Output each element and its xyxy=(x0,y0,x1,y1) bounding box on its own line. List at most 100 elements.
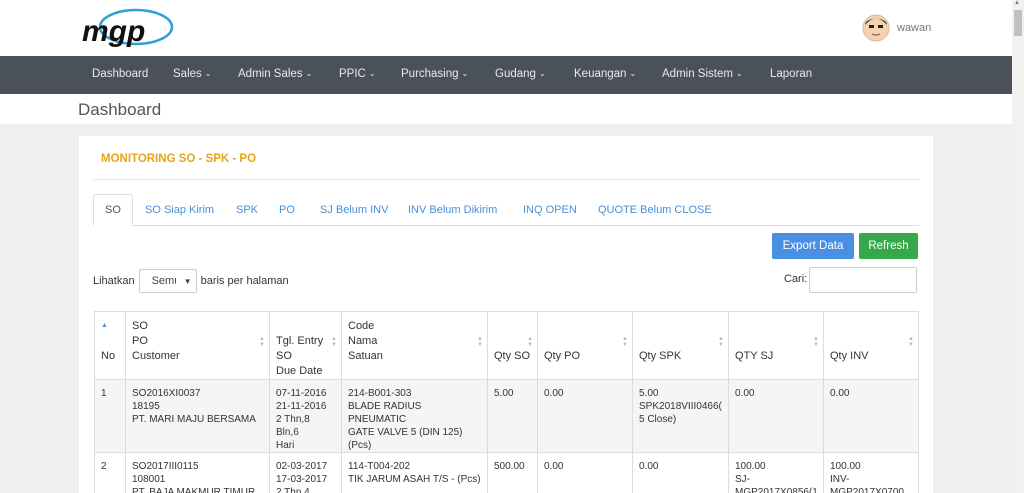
nav-item-gudang[interactable]: Gudang ⌄ xyxy=(495,68,546,80)
vertical-scrollbar[interactable]: ▲ xyxy=(1012,0,1024,493)
column-header-label: Satuan xyxy=(348,350,383,362)
avatar xyxy=(862,14,890,42)
nav-item-label: Sales xyxy=(173,68,202,80)
nav-item-sales[interactable]: Sales ⌄ xyxy=(173,68,211,80)
export-data-button[interactable]: Export Data xyxy=(772,233,854,259)
top-header: mgp wawan xyxy=(0,0,1012,56)
tab-spk[interactable]: SPK xyxy=(236,204,258,216)
nav-item-label: Laporan xyxy=(770,68,813,80)
tab-sj-belum-inv[interactable]: SJ Belum INV xyxy=(320,204,388,216)
column-header[interactable]: SO PO Customer ▲ ▼ xyxy=(125,311,270,380)
mgp-logo[interactable]: mgp xyxy=(78,7,174,49)
cell-text: MGP2017X0856(1 xyxy=(735,487,818,493)
column-header-label: QTY SJ xyxy=(735,350,774,362)
sort-icon: ▲ ▼ xyxy=(259,336,265,348)
chevron-down-icon: ⌄ xyxy=(538,69,546,78)
table-cell: 5.00 xyxy=(487,379,538,453)
nav-item-ppic[interactable]: PPIC ⌄ xyxy=(339,68,376,80)
column-header[interactable]: Code Nama Satuan ▲ ▼ xyxy=(341,311,488,380)
nav-item-admin-sales[interactable]: Admin Sales ⌄ xyxy=(238,68,312,80)
cell-text: 2 xyxy=(101,461,107,472)
cell-text: SJ- xyxy=(735,474,750,485)
column-header[interactable]: Tgl. Entry SO Due Date ▲ ▼ xyxy=(269,311,342,380)
cell-text: TIK JARUM ASAH T/S - (Pcs) xyxy=(348,474,481,485)
chevron-down-icon: ⌄ xyxy=(461,69,469,78)
table-cell: 2 xyxy=(94,452,126,493)
table-row[interactable]: 1 SO2016XI0037 18195 PT. MARI MAJU BERSAMA 0… xyxy=(94,379,919,453)
search-label: Cari: xyxy=(784,273,808,285)
chevron-down-icon: ▼ xyxy=(183,276,192,286)
length-suffix-label: baris per halaman xyxy=(200,275,289,287)
table-cell: 100.00SJ-MGP2017X0856(100) xyxy=(728,452,824,493)
column-header[interactable]: Qty INV ▲ ▼ xyxy=(823,311,919,380)
nav-item-label: Gudang xyxy=(495,68,536,80)
cell-text: 07-11-2016 xyxy=(276,388,327,399)
cell-text: 0.00 xyxy=(544,388,564,399)
cell-text: 02-03-2017 xyxy=(276,461,328,472)
scroll-up-icon[interactable]: ▲ xyxy=(1014,0,1020,6)
column-header-label: Due Date xyxy=(276,365,323,377)
nav-item-laporan[interactable]: Laporan xyxy=(770,68,812,80)
cell-text: SO2017III0115 xyxy=(132,461,199,472)
cell-text: 108001 xyxy=(132,474,166,485)
nav-item-admin-sistem[interactable]: Admin Sistem ⌄ xyxy=(662,68,743,80)
cell-text: 21-11-2016 xyxy=(276,401,327,412)
svg-text:mgp: mgp xyxy=(82,15,145,48)
sort-ascending-icon: ▲ xyxy=(101,322,108,329)
tab-po[interactable]: PO xyxy=(279,204,295,216)
sort-icon: ▲ ▼ xyxy=(908,336,914,348)
column-header[interactable]: Qty PO ▲ ▼ xyxy=(537,311,633,380)
monitoring-panel: MONITORING SO - SPK - PO SO SO Siap Kirim… xyxy=(79,136,933,493)
page-title: Dashboard xyxy=(78,100,162,119)
sort-icon: ▲ ▼ xyxy=(718,336,724,348)
nav-item-purchasing[interactable]: Purchasing ⌄ xyxy=(401,68,468,80)
column-header[interactable]: QTY SJ ▲ ▼ xyxy=(728,311,824,380)
column-header-label: Qty INV xyxy=(830,350,869,362)
refresh-button[interactable]: Refresh xyxy=(859,233,918,259)
chevron-down-icon: ⌄ xyxy=(204,69,212,78)
tab-inv-belum-dikirim[interactable]: INV Belum Dikirim xyxy=(408,204,497,216)
scrollbar-thumb[interactable] xyxy=(1014,10,1022,36)
cell-text: 500.00 xyxy=(494,461,525,472)
user-menu[interactable]: wawan xyxy=(862,14,931,42)
column-header[interactable]: Qty SPK ▲ ▼ xyxy=(632,311,729,380)
tab-quote-belum-close[interactable]: QUOTE Belum CLOSE xyxy=(598,204,712,216)
sort-icon: ▲ ▼ xyxy=(527,336,533,348)
sort-icon: ▲ ▼ xyxy=(331,336,337,348)
cell-text: PT. BAJA MAKMUR TIMUR xyxy=(132,487,256,493)
tab-so[interactable]: SO xyxy=(93,194,133,226)
tab-so-siap-kirim[interactable]: SO Siap Kirim xyxy=(145,204,214,216)
panel-divider xyxy=(93,179,919,180)
panel-title: MONITORING SO - SPK - PO xyxy=(101,153,257,165)
column-header-label: PO xyxy=(132,335,148,347)
cell-text: 18195 xyxy=(132,401,160,412)
cell-text: 0.00 xyxy=(639,461,659,472)
cell-text: 0.00 xyxy=(544,461,564,472)
cell-text: 0.00 xyxy=(830,388,850,399)
nav-item-dashboard[interactable]: Dashboard xyxy=(92,68,148,80)
table-cell: 07-11-2016 21-11-2016 2 Thn,8 Bln,6 Hari xyxy=(269,379,342,453)
table-cell: 5.00 SPK2018VIII0466(5 Close) xyxy=(632,379,729,453)
table-cell: 500.00 xyxy=(487,452,538,493)
column-header-label: No xyxy=(101,350,116,362)
table-cell: 1 xyxy=(94,379,126,453)
nav-item-label: Keuangan xyxy=(574,68,627,80)
column-header[interactable]: Qty SO ▲ ▼ xyxy=(487,311,538,380)
table-header-row: No ▲ SO PO Customer ▲ ▼ Tgl. Entry SO Due Date ▲… xyxy=(94,311,919,380)
cell-text: 5.00 xyxy=(494,388,514,399)
sort-icon: ▲ ▼ xyxy=(622,336,628,348)
table-row[interactable]: 2 SO2017III0115 108001 PT. BAJA MAKMUR TIMU… xyxy=(94,452,919,493)
column-header-label: Qty SPK xyxy=(639,350,682,362)
page-length-select[interactable]: Semua ▼ xyxy=(138,269,197,293)
cell-text: 214-B001-303 xyxy=(348,388,412,399)
tab-inq-open[interactable]: INQ OPEN xyxy=(523,204,577,216)
table-cell: 0.00 xyxy=(823,379,919,453)
table-cell: SO2016XI0037 18195 PT. MARI MAJU BERSAMA xyxy=(125,379,270,453)
search-input[interactable] xyxy=(809,267,917,293)
table-cell: 0.00 xyxy=(537,452,633,493)
so-table: No ▲ SO PO Customer ▲ ▼ Tgl. Entry SO Due Date ▲… xyxy=(94,311,919,493)
column-header[interactable]: No ▲ xyxy=(94,311,126,380)
column-header-label: Nama xyxy=(348,335,378,347)
nav-item-keuangan[interactable]: Keuangan ⌄ xyxy=(574,68,636,80)
cell-text: 100.00 xyxy=(735,461,766,472)
